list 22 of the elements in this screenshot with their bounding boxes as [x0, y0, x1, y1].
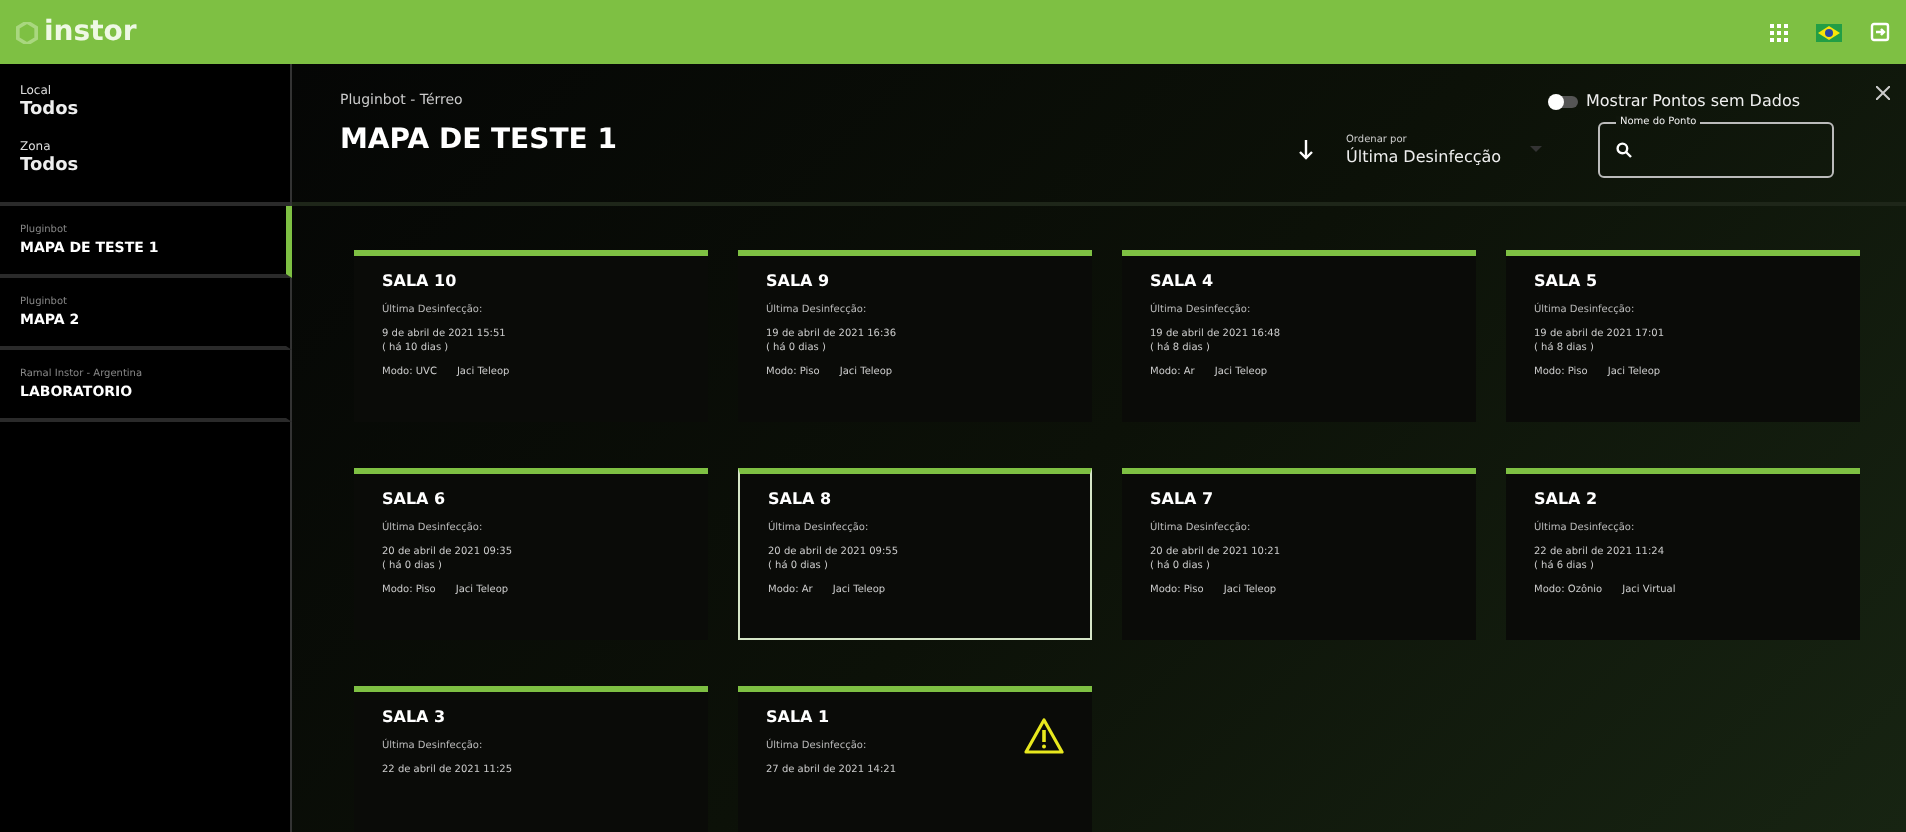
- filter-value[interactable]: Todos: [20, 100, 290, 120]
- toggle-label: Mostrar Pontos sem Dados: [1586, 92, 1800, 110]
- room-name: SALA 6: [382, 490, 448, 508]
- room-name: SALA 4: [1150, 272, 1216, 290]
- close-icon[interactable]: [1876, 84, 1890, 106]
- room-name: SALA 5: [1534, 272, 1600, 290]
- page-title: MAPA DE TESTE 1: [340, 124, 617, 156]
- room-name: SALA 2: [1534, 490, 1600, 508]
- filter-value[interactable]: Todos: [20, 156, 290, 176]
- room-name: SALA 8: [768, 490, 834, 508]
- caret-icon: [1530, 146, 1542, 154]
- room-name: SALA 10: [382, 272, 459, 290]
- arrow-down-icon[interactable]: [1298, 140, 1314, 160]
- logo-text: instor: [44, 16, 137, 48]
- flag-icon[interactable]: [1816, 23, 1842, 41]
- room-name: SALA 3: [382, 708, 448, 726]
- search-icon: [1616, 142, 1632, 158]
- logo-icon: [16, 21, 38, 43]
- room-name: SALA 9: [766, 272, 832, 290]
- room-name: SALA 7: [1150, 490, 1216, 508]
- room-name: SALA 1: [766, 708, 832, 726]
- toggle-switch[interactable]: [1550, 95, 1578, 107]
